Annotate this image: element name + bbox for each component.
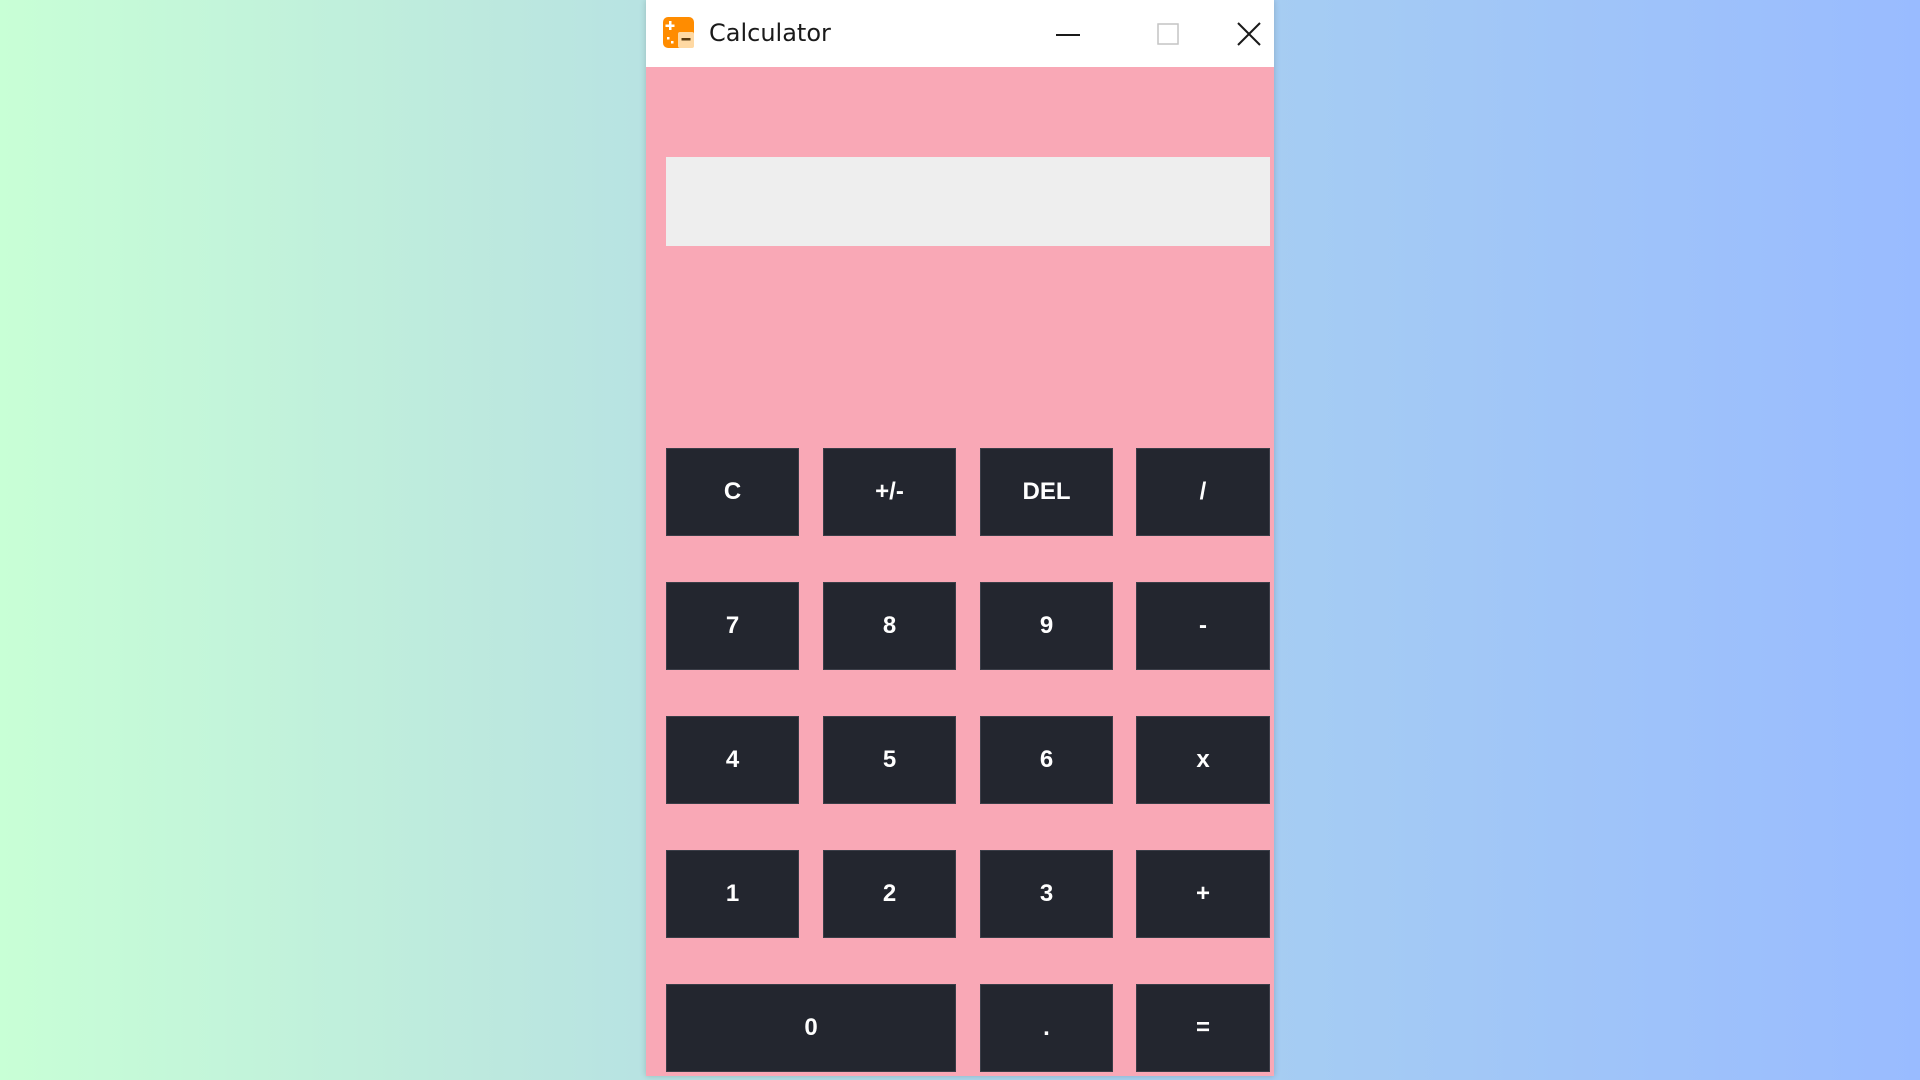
- digit-1-button[interactable]: 1: [666, 850, 799, 938]
- clear-button[interactable]: C: [666, 448, 799, 536]
- maximize-button[interactable]: [1123, 0, 1213, 67]
- multiply-button[interactable]: x: [1136, 716, 1270, 804]
- digit-4-button[interactable]: 4: [666, 716, 799, 804]
- negate-button[interactable]: +/-: [823, 448, 956, 536]
- calculator-display[interactable]: [666, 157, 1270, 246]
- subtract-button[interactable]: -: [1136, 582, 1270, 670]
- close-button[interactable]: [1223, 0, 1274, 67]
- digit-9-button[interactable]: 9: [980, 582, 1113, 670]
- digit-5-button[interactable]: 5: [823, 716, 956, 804]
- delete-button[interactable]: DEL: [980, 448, 1113, 536]
- calculator-app-icon: [663, 17, 694, 48]
- close-icon: [1236, 21, 1261, 46]
- digit-6-button[interactable]: 6: [980, 716, 1113, 804]
- decimal-button[interactable]: .: [980, 984, 1113, 1072]
- divide-button[interactable]: /: [1136, 448, 1270, 536]
- digit-7-button[interactable]: 7: [666, 582, 799, 670]
- digit-0-button[interactable]: 0: [666, 984, 956, 1072]
- minimize-icon: [1056, 33, 1080, 36]
- equals-button[interactable]: =: [1136, 984, 1270, 1072]
- add-button[interactable]: +: [1136, 850, 1270, 938]
- digit-8-button[interactable]: 8: [823, 582, 956, 670]
- title-bar[interactable]: Calculator: [646, 0, 1274, 67]
- maximize-icon: [1157, 22, 1179, 45]
- digit-3-button[interactable]: 3: [980, 850, 1113, 938]
- minimize-button[interactable]: [1023, 0, 1113, 67]
- digit-2-button[interactable]: 2: [823, 850, 956, 938]
- window-title: Calculator: [709, 19, 831, 47]
- calculator-window: Calculator C +/- DEL / 7 8 9 - 4 5 6 x 1: [646, 0, 1274, 1076]
